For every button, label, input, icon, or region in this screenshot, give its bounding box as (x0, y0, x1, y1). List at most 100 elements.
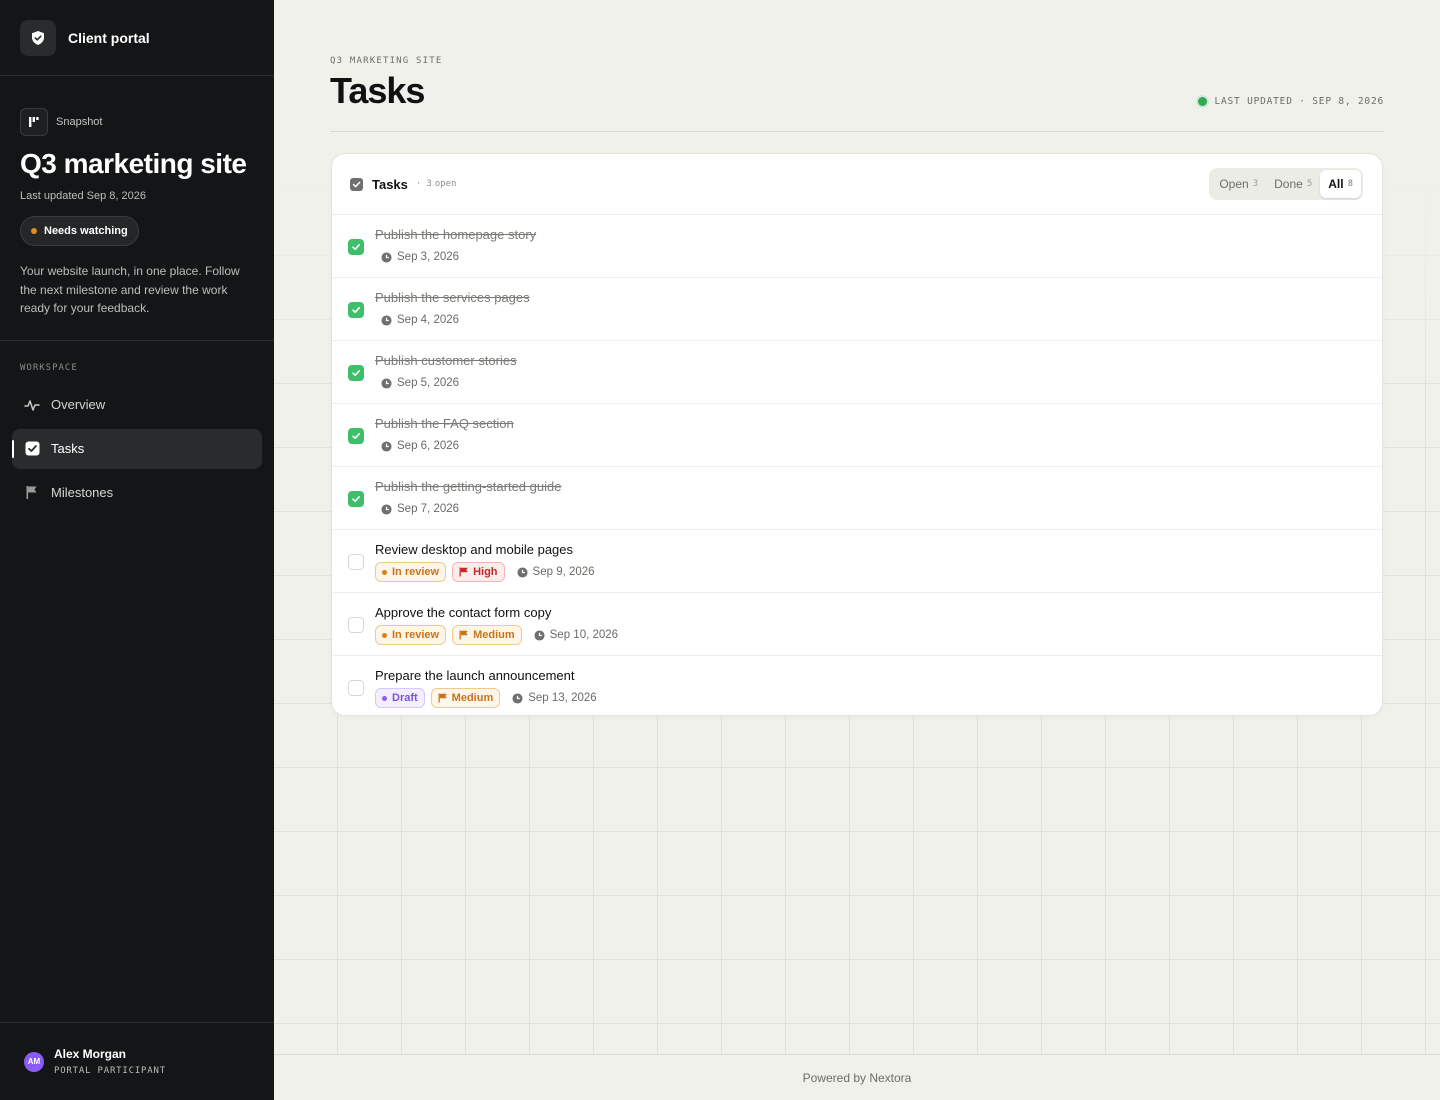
task-checkbox[interactable] (348, 302, 364, 318)
clock-icon (381, 377, 392, 389)
nav-section-label: WORKSPACE (20, 362, 78, 373)
task-due-date: Sep 3, 2026 (381, 251, 459, 263)
task-row[interactable]: Publish the homepage story Sep 3, 2026 (332, 215, 1382, 278)
task-checkbox[interactable] (348, 428, 364, 444)
status-badge: Needs watching (20, 216, 139, 246)
task-date-text: Sep 3, 2026 (397, 251, 460, 263)
clock-icon (381, 440, 392, 452)
flag-icon (23, 484, 41, 502)
task-date-text: Sep 7, 2026 (397, 503, 460, 515)
status-badge: Draft (375, 688, 425, 708)
sidebar: Client portal Snapshot Q3 marketing site… (0, 0, 274, 1100)
filter-label: All (1328, 177, 1344, 191)
flag-icon (459, 567, 468, 577)
flag-icon (438, 693, 447, 703)
task-checkbox[interactable] (348, 680, 364, 696)
sidebar-nav: WORKSPACE Overview Tasks Milestones (0, 341, 274, 513)
clock-icon (381, 503, 392, 515)
sidebar-item-milestones[interactable]: Milestones (12, 473, 262, 513)
sidebar-item-tasks[interactable]: Tasks (12, 428, 262, 469)
snapshot-label: Snapshot (56, 116, 103, 128)
user-profile[interactable]: AM Alex Morgan PORTAL PARTICIPANT (0, 1022, 274, 1100)
avatar: AM (24, 1051, 44, 1072)
task-row[interactable]: Prepare the launch announcement Draft Me… (332, 656, 1382, 715)
task-due-date: Sep 6, 2026 (381, 440, 459, 452)
task-due-date: Sep 13, 2026 (512, 692, 597, 704)
project-description: Your website launch, in one place. Follo… (20, 264, 240, 315)
priority-badge-label: High (473, 566, 498, 578)
open-count-number: 3 (426, 179, 432, 189)
task-due-date: Sep 10, 2026 (534, 629, 618, 641)
task-filter: Open 3 Done 5 All 8 (1209, 168, 1363, 200)
task-row[interactable]: Publish the FAQ section Sep 6, 2026 (332, 404, 1382, 467)
brand[interactable]: Client portal (0, 0, 274, 76)
status-badge: In review (375, 562, 447, 582)
last-updated: LAST UPDATED · SEP 8, 2026 (1198, 96, 1384, 107)
last-updated-text: LAST UPDATED · SEP 8, 2026 (1214, 96, 1384, 107)
project-summary: Snapshot Q3 marketing site Last updated … (0, 76, 274, 341)
clock-icon (512, 692, 523, 704)
task-row[interactable]: Publish the getting-started guide Sep 7,… (332, 467, 1382, 530)
filter-label: Done (1274, 177, 1303, 191)
priority-badge: High (452, 562, 505, 582)
sidebar-item-label: Tasks (51, 441, 85, 456)
filter-count: 5 (1306, 179, 1313, 189)
priority-badge-label: Medium (451, 692, 494, 704)
sidebar-item-overview[interactable]: Overview (12, 385, 262, 425)
tasks-card-title: Tasks (372, 176, 408, 192)
open-count-label: open (434, 179, 457, 189)
filter-label: Open (1219, 177, 1249, 191)
task-row[interactable]: Review desktop and mobile pages In revie… (332, 530, 1382, 593)
task-date-text: Sep 9, 2026 (532, 566, 595, 578)
filter-count: 3 (1252, 179, 1259, 189)
task-date-text: Sep 4, 2026 (397, 314, 460, 326)
footer: Powered by Nextora (274, 1054, 1440, 1100)
task-checkbox[interactable] (348, 491, 364, 507)
filter-open[interactable]: Open 3 (1211, 170, 1266, 198)
project-updated: Last updated Sep 8, 2026 (20, 190, 146, 202)
task-name: Publish the homepage story (375, 227, 537, 242)
task-name: Publish customer stories (375, 353, 517, 368)
task-name: Publish the services pages (375, 290, 530, 305)
clock-icon (516, 566, 528, 578)
task-date-text: Sep 10, 2026 (549, 629, 619, 641)
task-name: Review desktop and mobile pages (375, 542, 574, 557)
task-checkbox[interactable] (348, 554, 364, 570)
task-checkbox[interactable] (348, 365, 364, 381)
task-row[interactable]: Approve the contact form copy In review … (332, 593, 1382, 656)
filter-done[interactable]: Done 5 (1266, 170, 1320, 198)
tasks-card-header: Tasks · 3 open Open 3 Done 5 All 8 (332, 154, 1382, 215)
task-date-text: Sep 5, 2026 (397, 377, 460, 389)
task-name: Approve the contact form copy (375, 605, 552, 620)
task-name: Prepare the launch announcement (375, 668, 575, 683)
task-checkbox[interactable] (348, 617, 364, 633)
open-count: · 3 open (416, 179, 457, 189)
shield-check-icon (20, 19, 56, 56)
activity-icon (23, 396, 41, 414)
user-role: PORTAL PARTICIPANT (54, 1066, 166, 1076)
task-name: Publish the FAQ section (375, 416, 514, 431)
priority-badge-label: Medium (473, 629, 515, 641)
task-checkbox[interactable] (348, 239, 364, 255)
task-date-text: Sep 6, 2026 (397, 440, 460, 452)
clock-icon (381, 251, 392, 263)
clock-icon (381, 314, 392, 326)
clock-icon (534, 629, 545, 641)
task-due-date: Sep 9, 2026 (516, 566, 595, 578)
page-header: Q3 MARKETING SITE Tasks LAST UPDATED · S… (330, 56, 1384, 132)
live-status-dot (1198, 97, 1208, 106)
tasks-card: Tasks · 3 open Open 3 Done 5 All 8 Publish th… (331, 153, 1383, 716)
priority-badge: Medium (452, 625, 522, 645)
sidebar-item-label: Overview (51, 397, 106, 412)
filter-all[interactable]: All 8 (1320, 170, 1361, 198)
status-label: Needs watching (44, 225, 128, 237)
sidebar-item-label: Milestones (51, 485, 114, 500)
task-due-date: Sep 4, 2026 (381, 314, 459, 326)
status-badge-label: In review (392, 566, 440, 578)
checkbox-icon (350, 177, 363, 191)
main-area: Q3 MARKETING SITE Tasks LAST UPDATED · S… (274, 0, 1440, 1054)
status-badge: In review (375, 625, 447, 645)
task-row[interactable]: Publish customer stories Sep 5, 2026 (332, 341, 1382, 404)
task-row[interactable]: Publish the services pages Sep 4, 2026 (332, 278, 1382, 341)
brand-name: Client portal (68, 29, 150, 46)
